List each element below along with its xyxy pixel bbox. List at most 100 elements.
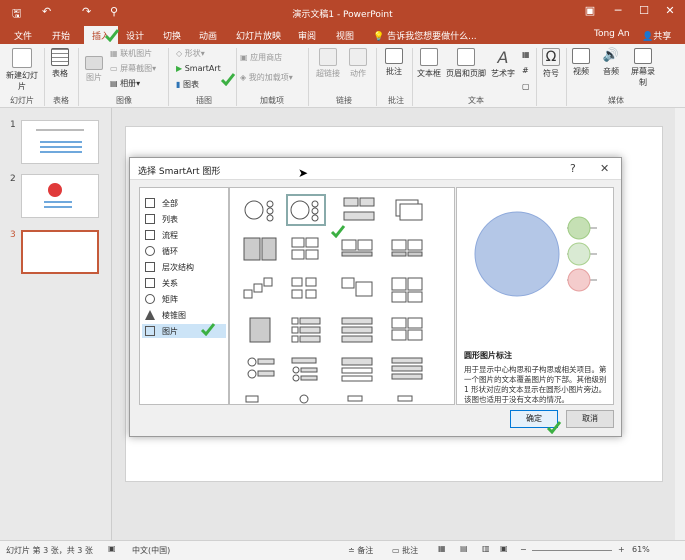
wordart-button[interactable]: A 艺术字 (488, 48, 518, 79)
gallery-item[interactable] (286, 314, 326, 346)
hyperlink-button[interactable]: 超链接 (314, 48, 342, 79)
tab-transitions[interactable]: 切换 (163, 29, 181, 42)
circle-picture-list-icon (247, 357, 275, 379)
cancel-button[interactable]: 取消 (566, 410, 614, 428)
zoom-slider[interactable] (532, 550, 612, 551)
category-all[interactable]: 全部 (142, 196, 226, 210)
ribbon-options-icon[interactable]: ▣ (580, 4, 600, 17)
screen-record-button[interactable]: 屏幕录制 (628, 48, 658, 88)
screenshot-button[interactable]: ▭ 屏幕截图▾ (110, 63, 156, 74)
gallery-item[interactable] (338, 314, 378, 346)
zoom-in-button[interactable]: + (618, 545, 625, 554)
gallery-item[interactable] (286, 234, 326, 266)
tell-me-box[interactable]: 💡 告诉我您想要做什么... (373, 29, 477, 42)
category-process[interactable]: 流程 (142, 228, 226, 242)
symbol-button[interactable]: Ω 符号 (538, 48, 564, 79)
category-hierarchy[interactable]: 层次结构 (142, 260, 226, 274)
reading-view-icon[interactable]: ▥ (482, 544, 490, 553)
header-footer-button[interactable]: 页眉和页脚 (444, 48, 488, 79)
minimize-button[interactable]: ─ (608, 4, 628, 17)
video-button[interactable]: 视频 (568, 48, 594, 77)
textbox-button[interactable]: 文本框 (414, 48, 444, 79)
tab-slideshow[interactable]: 幻灯片放映 (236, 29, 281, 42)
gallery-item[interactable] (286, 394, 326, 404)
audio-button[interactable]: 🔊 音频 (598, 48, 624, 77)
table-button[interactable]: 表格 (48, 48, 72, 79)
slide-thumbnail-1[interactable] (21, 120, 99, 164)
object-icon[interactable]: ▢ (522, 82, 530, 91)
notes-button[interactable]: ≐ 备注 (348, 545, 373, 556)
slideshow-view-icon[interactable]: ▣ (500, 544, 508, 553)
album-button[interactable]: ▤ 相册▾ (110, 78, 140, 89)
close-button[interactable]: ✕ (660, 4, 680, 17)
group-separator (308, 48, 309, 106)
shapes-button[interactable]: ◇ 形状▾ (176, 48, 205, 59)
gallery-item[interactable] (240, 234, 280, 266)
category-cycle[interactable]: 循环 (142, 244, 226, 258)
slide-sorter-icon[interactable]: ▤ (460, 544, 468, 553)
gallery-item[interactable] (388, 194, 428, 226)
tab-home[interactable]: 开始 (52, 29, 70, 42)
language-label[interactable]: 中文(中国) (132, 545, 170, 556)
picture-button[interactable]: 图片 (82, 56, 106, 83)
gallery-item[interactable] (338, 234, 378, 266)
gallery-item[interactable] (240, 354, 280, 386)
new-slide-button[interactable]: 新建幻灯片 (6, 48, 38, 92)
circle-picture-vertical-icon (291, 357, 318, 382)
category-relationship-icon (145, 278, 155, 288)
gallery-item[interactable] (338, 354, 378, 386)
category-pyramid[interactable]: 棱锥图 (142, 308, 226, 322)
spellcheck-icon[interactable]: ▣ (108, 544, 116, 553)
my-addins-button[interactable]: ◈ 我的加载项▾ (240, 72, 293, 83)
gallery-item[interactable] (338, 194, 378, 226)
online-picture-button[interactable]: ▦ 联机图片 (110, 48, 152, 59)
gallery-item[interactable] (388, 394, 428, 404)
gallery-item[interactable] (388, 314, 428, 346)
gallery-item[interactable] (338, 274, 378, 306)
action-button[interactable]: 动作 (346, 48, 370, 79)
gallery-item[interactable] (240, 314, 280, 346)
title-bar: 🖫 ↶ ↷ ⚲ 演示文稿1 - PowerPoint ▣ ─ ☐ ✕ (0, 0, 685, 26)
vertical-scrollbar[interactable] (675, 108, 685, 540)
tab-design[interactable]: 设计 (126, 29, 144, 42)
gallery-item-circular-picture-callout[interactable] (286, 194, 326, 226)
tab-view[interactable]: 视图 (336, 29, 354, 42)
smartart-button[interactable]: ▶ SmartArt (176, 64, 221, 73)
gallery-item[interactable] (388, 274, 428, 306)
gallery-item[interactable] (240, 394, 280, 404)
zoom-level[interactable]: 61% (632, 545, 650, 554)
gallery-item[interactable] (286, 274, 326, 306)
tab-file[interactable]: 文件 (14, 29, 32, 42)
symbol-icon: Ω (542, 48, 560, 66)
dialog-help-button[interactable]: ? (570, 162, 576, 175)
gallery-item[interactable] (286, 354, 326, 386)
tab-animations[interactable]: 动画 (199, 29, 217, 42)
gallery-item[interactable] (240, 194, 280, 226)
gallery-item[interactable] (338, 394, 378, 404)
category-matrix[interactable]: 矩阵 (142, 292, 226, 306)
maximize-button[interactable]: ☐ (634, 4, 654, 17)
gallery-item[interactable] (388, 354, 428, 386)
picture-lineup-icon (341, 317, 373, 343)
user-name[interactable]: Tong An (594, 29, 630, 39)
normal-view-icon[interactable]: ▦ (438, 544, 446, 553)
category-pyramid-icon (145, 310, 155, 320)
store-button[interactable]: ▣ 应用商店 (240, 52, 282, 63)
slide-number-icon[interactable]: # (522, 66, 529, 75)
slide-thumbnail-2[interactable] (21, 174, 99, 218)
share-button[interactable]: 👤共享 (642, 29, 671, 42)
category-list-item[interactable]: 列表 (142, 212, 226, 226)
comment-button[interactable]: 批注 (380, 48, 408, 77)
tab-review[interactable]: 审阅 (298, 29, 316, 42)
zoom-out-button[interactable]: − (520, 545, 527, 554)
dialog-close-button[interactable]: ✕ (600, 162, 609, 175)
category-relationship[interactable]: 关系 (142, 276, 226, 290)
dialog-title-bar[interactable]: 选择 SmartArt 图形 ? ✕ (130, 158, 621, 180)
chart-button[interactable]: ▮ 图表 (176, 79, 199, 90)
comments-button[interactable]: ▭ 批注 (392, 545, 418, 556)
gallery-item[interactable] (388, 234, 428, 266)
gallery-item[interactable] (240, 274, 280, 306)
slide-thumbnail-3[interactable] (21, 230, 99, 274)
picture-blocks-icon (291, 237, 319, 260)
date-time-icon[interactable]: ▦ (522, 50, 530, 59)
